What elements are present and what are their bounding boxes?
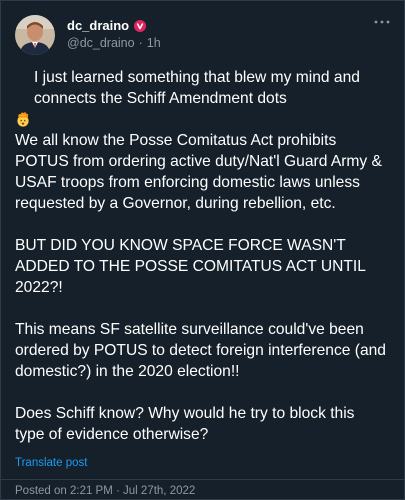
tweet-header: dc_draino @dc_draino · 1h [15,15,390,59]
tweet-paragraph: This means SF satellite surveillance cou… [15,321,391,380]
author-names: dc_draino @dc_draino · 1h [67,18,161,51]
handle[interactable]: @dc_draino [67,36,135,51]
exploding-head-icon [15,69,31,127]
tweet-paragraph-text: I just learned something that blew my mi… [34,69,365,107]
avatar[interactable] [15,15,55,55]
name-row: dc_draino [67,18,161,33]
divider [1,479,404,480]
handle-row: @dc_draino · 1h [67,36,161,51]
display-name[interactable]: dc_draino [67,18,129,33]
tweet-paragraph: Does Schiff know? Why would he try to bl… [15,405,359,443]
verified-red-badge-icon [134,19,147,32]
tweet-paragraph: We all know the Posse Comitatus Act proh… [15,132,387,212]
tweet-card: dc_draino @dc_draino · 1h I just learned… [0,0,405,500]
translate-post-link[interactable]: Translate post [15,457,87,469]
posted-timestamp: Posted on 2:21 PM · Jul 27th, 2022 [15,485,196,497]
separator: · [138,36,143,50]
tweet-body: I just learned something that blew my mi… [15,67,386,466]
time-ago[interactable]: 1h [147,36,161,51]
tweet-paragraph: BUT DID YOU KNOW SPACE FORCE WASN'T ADDE… [15,237,370,296]
tweet-paragraph: I just learned something that blew my mi… [15,67,386,127]
more-options-icon[interactable] [374,19,390,25]
